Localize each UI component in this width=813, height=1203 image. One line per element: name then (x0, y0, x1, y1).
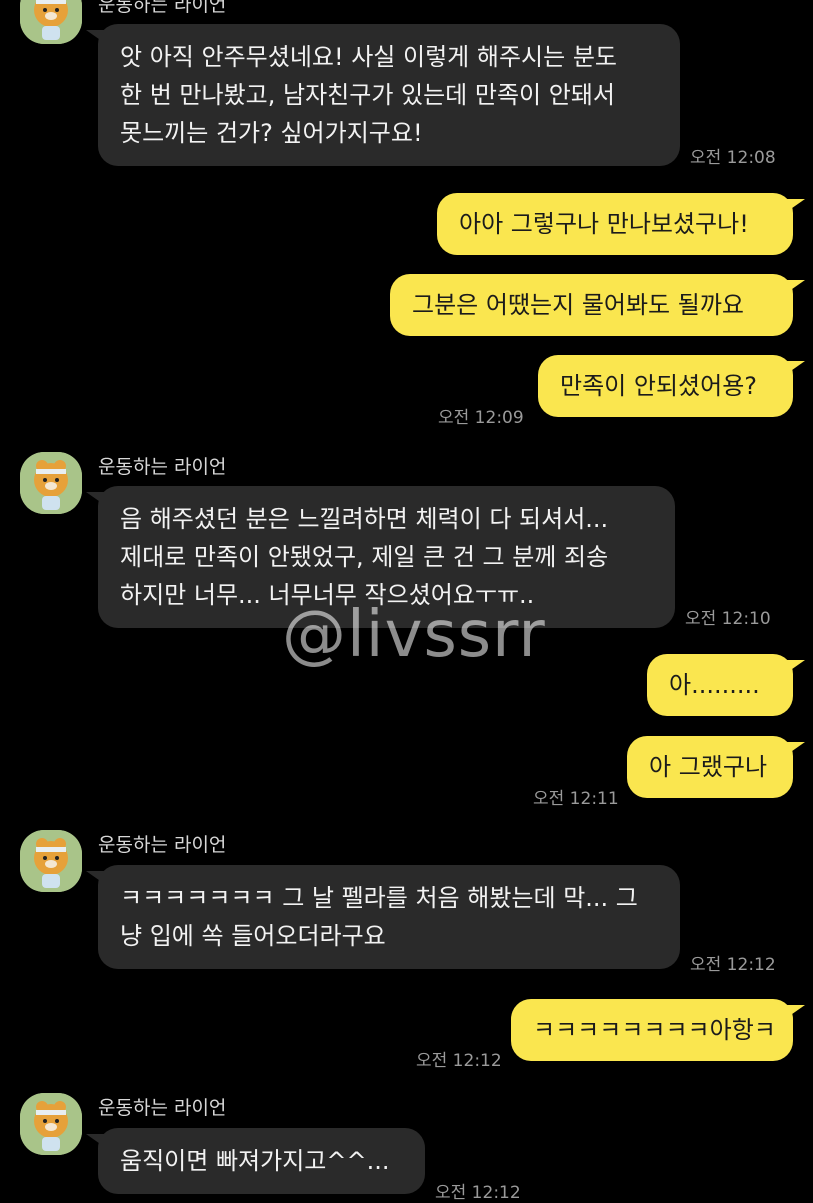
avatar[interactable] (20, 1093, 82, 1155)
message-bubble-outgoing[interactable]: 아아 그렇구나 만나보셨구나! (437, 193, 805, 255)
ryan-avatar-icon (20, 452, 82, 514)
message-line: 아......... (669, 671, 760, 699)
message-time: 오전 12:12 (416, 1051, 502, 1071)
message-line: 아아 그렇구나 만나보셨구나! (459, 210, 749, 238)
message-line: 한 번 만나봤고, 남자친구가 있는데 만족이 안돼서 (120, 81, 616, 109)
watermark: @livssrr (282, 598, 546, 672)
avatar[interactable] (20, 0, 82, 44)
message-time: 오전 12:08 (690, 148, 776, 168)
avatar[interactable] (20, 452, 82, 514)
message-line: ㅋㅋㅋㅋㅋㅋㅋ 그 날 펠라를 처음 해봤는데 막... 그 (120, 884, 638, 912)
message-time: 오전 12:09 (438, 408, 524, 428)
sender-name: 운동하는 라이언 (98, 1097, 227, 1119)
message-bubble-outgoing[interactable]: 아......... (647, 654, 805, 716)
message-bubble-incoming[interactable]: ㅋㅋㅋㅋㅋㅋㅋ 그 날 펠라를 처음 해봤는데 막... 그 냥 입에 쏙 들어… (86, 865, 680, 969)
avatar[interactable] (20, 830, 82, 892)
message-line: 음 해주셨던 분은 느낄려하면 체력이 다 되셔서... (120, 505, 609, 533)
message-bubble-incoming[interactable]: 움직이면 빠져가지고^^... (86, 1128, 425, 1194)
message-line: 움직이면 빠져가지고^^... (120, 1147, 390, 1175)
message-line: 냥 입에 쏙 들어오더라구요 (120, 922, 386, 950)
message-line: 제대로 만족이 안됐었구, 제일 큰 건 그 분께 죄송 (120, 543, 609, 571)
message-bubble-outgoing[interactable]: 아 그랬구나 (627, 736, 805, 798)
ryan-avatar-icon (20, 830, 82, 892)
sender-name: 운동하는 라이언 (98, 0, 227, 16)
message-bubble-outgoing[interactable]: 그분은 어땠는지 물어봐도 될까요 (390, 274, 805, 336)
sender-name: 운동하는 라이언 (98, 834, 227, 856)
message-bubble-outgoing[interactable]: 만족이 안되셨어용? (538, 355, 805, 417)
message-bubble-incoming[interactable]: 앗 아직 안주무셨네요! 사실 이렇게 해주시는 분도 한 번 만나봤고, 남자… (86, 24, 680, 166)
message-line: 아 그랬구나 (649, 753, 768, 781)
ryan-avatar-icon (20, 1093, 82, 1155)
ryan-avatar-icon (20, 0, 82, 44)
message-time: 오전 12:12 (435, 1183, 521, 1203)
message-line: ㅋㅋㅋㅋㅋㅋㅋㅋ아항ㅋ (533, 1016, 776, 1044)
message-line: 못느끼는 건가? 싶어가지구요! (120, 119, 423, 147)
message-time: 오전 12:10 (685, 609, 771, 629)
message-line: 그분은 어땠는지 물어봐도 될까요 (412, 291, 745, 319)
message-time: 오전 12:12 (690, 955, 776, 975)
message-line: 앗 아직 안주무셨네요! 사실 이렇게 해주시는 분도 (120, 43, 617, 71)
message-bubble-outgoing[interactable]: ㅋㅋㅋㅋㅋㅋㅋㅋ아항ㅋ (511, 999, 805, 1061)
message-time: 오전 12:11 (533, 789, 619, 809)
sender-name: 운동하는 라이언 (98, 456, 227, 478)
message-line: 만족이 안되셨어용? (560, 372, 758, 400)
